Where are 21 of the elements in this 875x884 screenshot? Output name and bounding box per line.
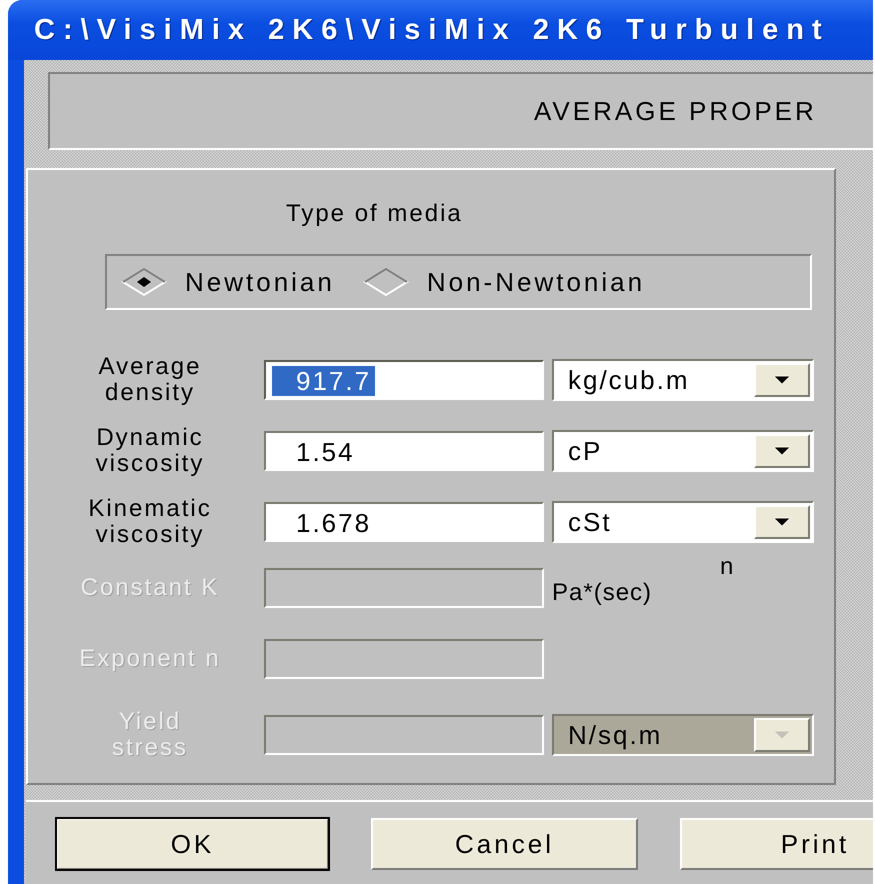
- input-field[interactable]: 1.678: [264, 502, 544, 542]
- ok-button[interactable]: OK: [56, 818, 329, 870]
- input-field[interactable]: 917.7: [264, 360, 544, 400]
- field-label: Average density: [98, 354, 202, 406]
- field-label: Kinematic viscosity: [87, 496, 213, 548]
- window-title: C:\VisiMix 2K6\VisiMix 2K6 Turbulent: [34, 14, 830, 46]
- exponent-label: n: [720, 553, 734, 581]
- unit-label: Pa*(sec): [552, 579, 652, 607]
- unit-dropdown[interactable]: cP: [552, 430, 814, 472]
- cancel-button[interactable]: Cancel: [371, 818, 638, 870]
- radio-button[interactable]: [121, 267, 167, 297]
- radio-label: Non-Newtonian: [426, 266, 646, 298]
- group-label: Type of media: [286, 200, 463, 228]
- print-button[interactable]: Print: [680, 818, 873, 870]
- radio-label: Newtonian: [185, 266, 335, 298]
- panel-title: AVERAGE PROPER: [534, 96, 817, 126]
- radio-button[interactable]: [362, 267, 409, 297]
- input-field[interactable]: 1.54: [264, 431, 544, 471]
- unit-dropdown[interactable]: kg/cub.m: [552, 359, 814, 401]
- unit-dropdown[interactable]: cSt: [552, 501, 814, 543]
- field-label: Dynamic viscosity: [94, 425, 206, 477]
